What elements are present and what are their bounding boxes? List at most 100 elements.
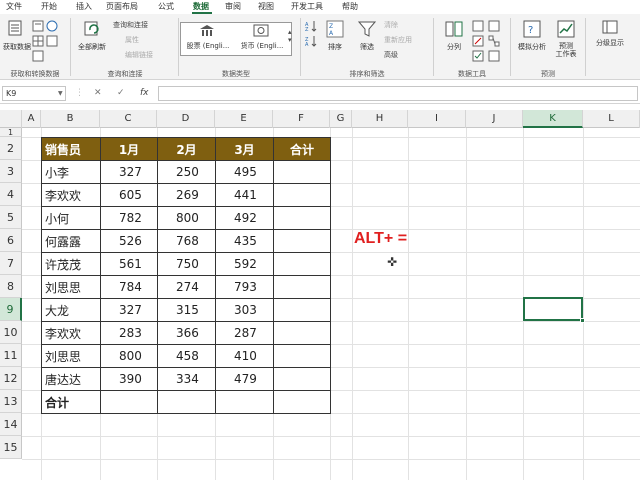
table-cell[interactable]: 435 [215,229,274,253]
table-cell[interactable]: 许茂茂 [41,252,101,276]
data-model-icon[interactable] [488,50,500,62]
row-header-3[interactable]: 3 [0,160,22,183]
tab-insert[interactable]: 插入 [76,1,92,12]
name-box[interactable]: K9 [2,86,66,101]
col-header-g[interactable]: G [330,110,352,128]
consolidate-icon[interactable] [488,20,500,32]
header-cell[interactable]: 销售员 [41,137,101,161]
table-cell[interactable] [100,390,158,414]
enter-icon[interactable]: ✓ [117,88,125,98]
table-cell[interactable]: 李欢欢 [41,183,101,207]
fill-handle[interactable] [580,318,585,323]
col-header-e[interactable]: E [215,110,273,128]
sort-az-icon[interactable]: AZ [305,20,317,32]
what-if-button[interactable]: ? 模拟分析 [514,18,550,66]
table-cell[interactable]: 刘思思 [41,275,101,299]
col-header-b[interactable]: B [41,110,100,128]
table-cell[interactable] [273,160,331,184]
table-cell[interactable]: 390 [100,367,158,391]
table-cell[interactable]: 784 [100,275,158,299]
table-cell[interactable]: 800 [157,206,216,230]
table-cell[interactable]: 492 [215,206,274,230]
table-cell[interactable]: 441 [215,183,274,207]
currency-button[interactable]: 货币 (Engli... [236,24,288,54]
tab-formulas[interactable]: 公式 [158,1,174,12]
table-cell[interactable] [273,367,331,391]
table-cell[interactable]: 287 [215,321,274,345]
table-cell[interactable]: 458 [157,344,216,368]
col-header-l[interactable]: L [583,110,640,128]
table-cell[interactable]: 479 [215,367,274,391]
table-cell[interactable] [273,321,331,345]
data-validation-icon[interactable] [472,50,484,62]
table-cell[interactable] [273,252,331,276]
table-cell[interactable]: 793 [215,275,274,299]
row-header-7[interactable]: 7 [0,252,22,275]
header-cell[interactable]: 2月 [157,137,216,161]
col-header-j[interactable]: J [466,110,523,128]
table-cell[interactable]: 750 [157,252,216,276]
row-header-8[interactable]: 8 [0,275,22,298]
col-header-h[interactable]: H [352,110,408,128]
table-cell[interactable]: 李欢欢 [41,321,101,345]
table-cell[interactable]: 315 [157,298,216,322]
table-cell[interactable]: 小何 [41,206,101,230]
table-cell[interactable] [273,206,331,230]
tab-home[interactable]: 开始 [41,1,57,12]
header-cell[interactable]: 1月 [100,137,158,161]
table-cell[interactable] [273,229,331,253]
tab-page-layout[interactable]: 页面布局 [106,1,138,12]
row-header-4[interactable]: 4 [0,183,22,206]
row-header-14[interactable]: 14 [0,413,22,436]
table-cell[interactable]: 250 [157,160,216,184]
text-to-columns-button[interactable]: 分列 [440,18,468,66]
row-header-2[interactable]: 2 [0,137,22,160]
stocks-button[interactable]: 股票 (Engli... [182,24,234,54]
tab-review[interactable]: 审阅 [225,1,241,12]
table-cell[interactable]: 269 [157,183,216,207]
row-header-12[interactable]: 12 [0,367,22,390]
table-cell[interactable]: 303 [215,298,274,322]
filter-button[interactable]: 筛选 [354,18,380,66]
outline-button[interactable]: 分级显示 [588,18,632,66]
sort-za-icon[interactable]: ZA [305,35,317,47]
table-cell[interactable] [273,298,331,322]
recent-sources-icon[interactable] [46,35,58,47]
table-cell[interactable]: 800 [100,344,158,368]
row-header-10[interactable]: 10 [0,321,22,344]
queries-connections-button[interactable]: 查询和连接 [113,20,148,30]
table-cell[interactable]: 274 [157,275,216,299]
table-cell[interactable]: 小李 [41,160,101,184]
row-header-15[interactable]: 15 [0,436,22,459]
table-cell[interactable]: 何露露 [41,229,101,253]
tab-view[interactable]: 视图 [258,1,274,12]
flash-fill-icon[interactable] [472,20,484,32]
from-text-icon[interactable] [32,20,44,32]
row-header-9[interactable]: 9 [0,298,22,321]
table-cell[interactable]: 327 [100,298,158,322]
table-cell[interactable] [157,390,216,414]
from-web-icon[interactable] [46,20,58,32]
cancel-icon[interactable]: ✕ [94,88,102,98]
col-header-a[interactable]: A [22,110,41,128]
row-header-13[interactable]: 13 [0,390,22,413]
reapply-button[interactable]: 重新应用 [384,35,412,45]
row-header-5[interactable]: 5 [0,206,22,229]
col-header-i[interactable]: I [408,110,466,128]
tab-data[interactable]: 数据 [193,1,209,12]
insert-function-icon[interactable]: fx [140,88,149,98]
sort-button[interactable]: ZA 排序 [322,18,348,66]
advanced-button[interactable]: 高级 [384,50,398,60]
row-header-1[interactable]: 1 [0,128,22,137]
relationships-icon[interactable] [488,35,500,47]
table-cell[interactable]: 大龙 [41,298,101,322]
header-cell[interactable]: 合计 [273,137,331,161]
table-cell[interactable] [273,390,331,414]
table-cell[interactable] [273,183,331,207]
remove-duplicates-icon[interactable] [472,35,484,47]
name-box-dropdown-icon[interactable]: ▼ [58,90,63,97]
tab-help[interactable]: 帮助 [342,1,358,12]
table-cell[interactable]: 561 [100,252,158,276]
header-cell[interactable]: 3月 [215,137,274,161]
existing-connections-icon[interactable] [32,50,44,62]
